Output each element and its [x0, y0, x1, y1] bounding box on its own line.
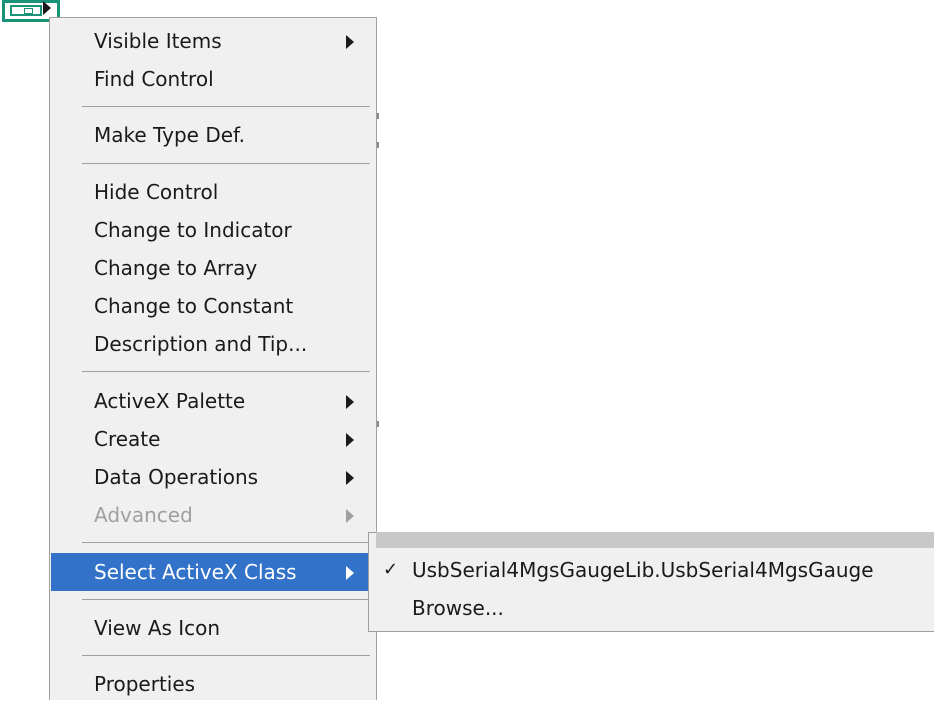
- menu-item-label: Visible Items: [94, 29, 222, 53]
- chevron-right-icon: [346, 471, 354, 485]
- chevron-right-icon: [346, 35, 354, 49]
- menu-separator: [82, 542, 370, 543]
- submenu-item-browse[interactable]: Browse...: [369, 589, 934, 625]
- document-icon: [24, 8, 33, 14]
- chevron-right-icon: [346, 433, 354, 447]
- menu-item-label: Change to Indicator: [94, 218, 292, 242]
- menu-item-label: Advanced: [94, 503, 193, 527]
- background-wire-stub: [377, 142, 379, 148]
- menu-item-label: Change to Array: [94, 256, 258, 280]
- menu-item-label: Data Operations: [94, 465, 259, 489]
- menu-item-hide-control[interactable]: Hide Control: [51, 173, 376, 211]
- menu-item-visible-items[interactable]: Visible Items: [51, 22, 376, 60]
- submenu-item-usbserial-gauge[interactable]: ✓ UsbSerial4MgsGaugeLib.UsbSerial4MgsGau…: [369, 551, 934, 587]
- menu-item-view-as-icon[interactable]: View As Icon: [51, 609, 376, 647]
- menu-item-label: Properties: [94, 672, 196, 696]
- menu-separator: [82, 106, 370, 107]
- menu-item-find-control[interactable]: Find Control: [51, 60, 376, 98]
- menu-item-change-to-array[interactable]: Change to Array: [51, 249, 376, 287]
- menu-item-activex-palette[interactable]: ActiveX Palette: [51, 382, 376, 420]
- background-wire-stub: [377, 113, 379, 119]
- submenu-item-label: UsbSerial4MgsGaugeLib.UsbSerial4MgsGauge: [412, 558, 874, 582]
- menu-separator: [82, 371, 370, 372]
- menu-item-select-activex-class[interactable]: Select ActiveX Class: [51, 553, 376, 591]
- context-menu: Visible Items Find Control Make Type Def…: [49, 17, 377, 700]
- terminal-frame: [10, 5, 42, 16]
- chevron-right-icon: [346, 509, 354, 523]
- chevron-right-icon: [346, 395, 354, 409]
- submenu-header-strip: [376, 532, 934, 548]
- chevron-right-icon: [346, 566, 354, 580]
- menu-item-label: Change to Constant: [94, 294, 294, 318]
- terminal-arrow-icon: [43, 1, 51, 15]
- menu-item-label: ActiveX Palette: [94, 389, 246, 413]
- menu-item-change-to-indicator[interactable]: Change to Indicator: [51, 211, 376, 249]
- menu-separator: [82, 655, 370, 656]
- menu-item-description-and-tip[interactable]: Description and Tip...: [51, 325, 376, 363]
- menu-item-make-type-def[interactable]: Make Type Def.: [51, 116, 376, 154]
- menu-item-label: Select ActiveX Class: [94, 560, 297, 584]
- menu-item-label: Hide Control: [94, 180, 219, 204]
- menu-item-data-operations[interactable]: Data Operations: [51, 458, 376, 496]
- background-wire-stub: [377, 421, 379, 427]
- checkmark-icon: ✓: [383, 559, 399, 580]
- menu-separator: [82, 163, 370, 164]
- menu-separator: [82, 599, 370, 600]
- menu-item-label: Make Type Def.: [94, 123, 245, 147]
- menu-item-label: Find Control: [94, 67, 214, 91]
- menu-item-label: View As Icon: [94, 616, 221, 640]
- menu-item-label: Create: [94, 427, 161, 451]
- menu-item-create[interactable]: Create: [51, 420, 376, 458]
- menu-item-label: Description and Tip...: [94, 332, 308, 356]
- submenu-item-label: Browse...: [412, 596, 504, 620]
- menu-item-advanced: Advanced: [51, 496, 376, 534]
- menu-item-properties[interactable]: Properties: [51, 665, 376, 703]
- menu-item-change-to-constant[interactable]: Change to Constant: [51, 287, 376, 325]
